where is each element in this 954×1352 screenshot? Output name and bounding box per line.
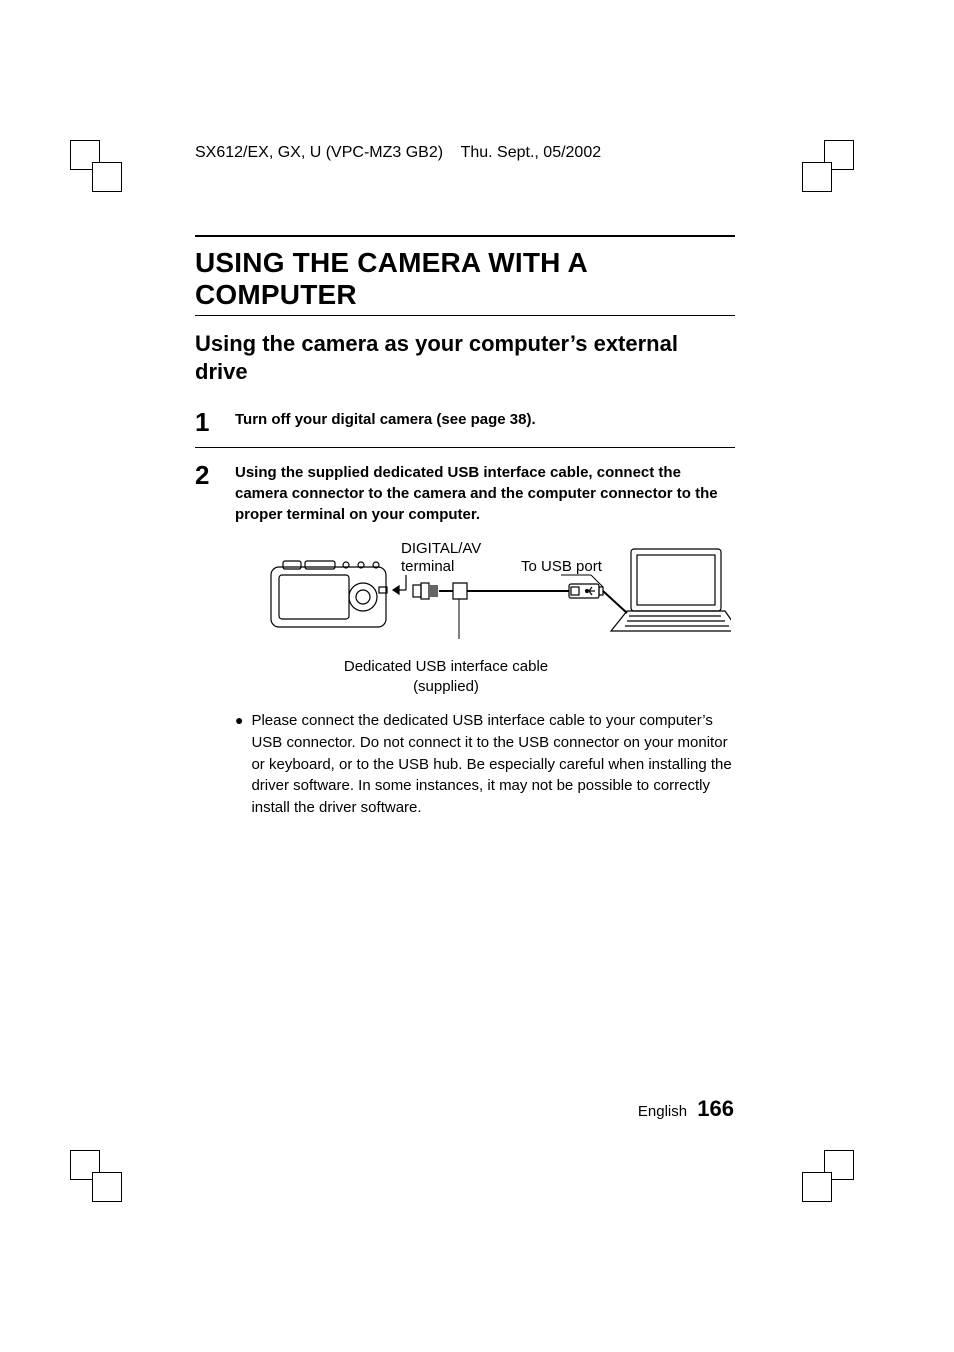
crop-mark-icon — [70, 140, 130, 200]
camera-icon — [271, 561, 387, 627]
caption-line: Dedicated USB interface cable — [344, 658, 548, 675]
usb-plug-icon — [569, 584, 603, 598]
content-area: USING THE CAMERA WITH A COMPUTER Using t… — [195, 235, 735, 819]
leader-line — [561, 575, 603, 587]
divider — [195, 235, 735, 237]
steps-list: 1 Turn off your digital camera (see page… — [195, 409, 735, 819]
cable-icon — [439, 583, 569, 639]
divider — [195, 447, 735, 448]
manual-page: SX612/EX, GX, U (VPC-MZ3 GB2) Thu. Sept.… — [0, 0, 954, 1352]
section-heading: Using the camera as your computer’s exte… — [195, 330, 735, 385]
leader-line — [393, 575, 406, 594]
page-footer: English 166 — [638, 1096, 734, 1122]
terminal-label: terminal — [401, 558, 454, 575]
bullet-icon: ● — [235, 710, 243, 819]
laptop-icon — [603, 549, 731, 631]
crop-mark-icon — [794, 1142, 854, 1202]
crop-mark-icon — [794, 140, 854, 200]
step-text: Using the supplied dedicated USB interfa… — [235, 462, 735, 525]
step-item: 2 Using the supplied dedicated USB inter… — [195, 462, 735, 525]
note-text: Please connect the dedicated USB interfa… — [251, 710, 735, 819]
footer-language: English — [638, 1103, 687, 1120]
running-header: SX612/EX, GX, U (VPC-MZ3 GB2) Thu. Sept.… — [195, 144, 601, 162]
caption-line: (supplied) — [413, 678, 479, 695]
doc-date: Thu. Sept., 05/2002 — [461, 144, 602, 161]
step-number: 2 — [195, 462, 217, 525]
connection-diagram: DIGITAL/AV terminal To USB port — [231, 539, 735, 649]
doc-id: SX612/EX, GX, U (VPC-MZ3 GB2) — [195, 144, 443, 161]
terminal-label: DIGITAL/AV — [401, 540, 481, 557]
note-block: ● Please connect the dedicated USB inter… — [235, 710, 735, 819]
step-item: 1 Turn off your digital camera (see page… — [195, 409, 735, 435]
step-number: 1 — [195, 409, 217, 435]
usb-port-label: To USB port — [521, 558, 603, 575]
page-title: USING THE CAMERA WITH A COMPUTER — [195, 247, 735, 316]
page-number: 166 — [697, 1096, 734, 1121]
crop-mark-icon — [70, 1142, 130, 1202]
step-text: Turn off your digital camera (see page 3… — [235, 409, 735, 435]
plug-icon — [413, 583, 437, 599]
figure-caption: Dedicated USB interface cable (supplied) — [231, 657, 661, 696]
diagram-svg: DIGITAL/AV terminal To USB port — [231, 539, 731, 649]
